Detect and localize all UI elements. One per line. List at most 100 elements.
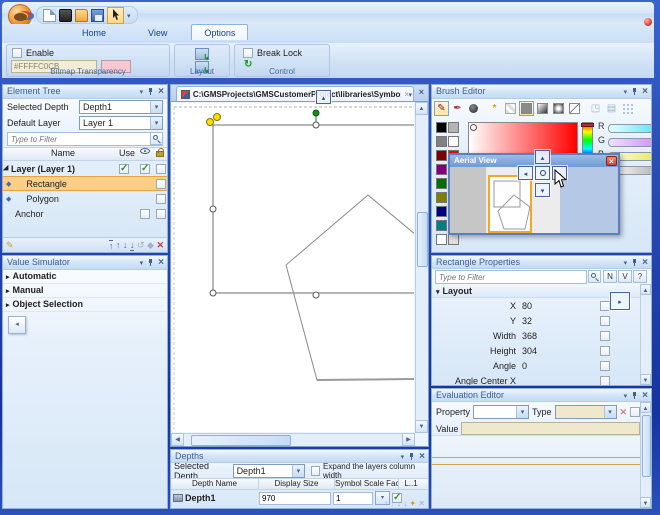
add-depth-icon[interactable]: ✦ [409, 499, 416, 508]
layer-visible-checkbox[interactable] [140, 164, 150, 174]
property-row-y[interactable]: Y32 [432, 313, 641, 328]
palette-swatch[interactable] [448, 234, 459, 245]
object-selection-tool-button[interactable]: ◂ [8, 316, 26, 334]
remove-evaluation-icon[interactable]: ✕ [620, 407, 628, 418]
pin-icon[interactable] [631, 391, 638, 400]
rotate-icon[interactable]: ↺ [137, 240, 145, 251]
move-up-icon[interactable]: ↑ [391, 499, 395, 508]
chevron-down-icon[interactable] [150, 101, 162, 113]
enable-checkbox[interactable] [12, 48, 22, 58]
apply-icon[interactable]: ◳ [588, 101, 603, 116]
symbol-scale-field[interactable] [333, 492, 373, 505]
anchor-handle[interactable] [214, 114, 221, 121]
resize-handle-bottom-left[interactable] [210, 290, 216, 296]
property-row-height[interactable]: Height304 [432, 343, 641, 358]
palette-swatch[interactable] [436, 234, 447, 245]
scroll-thumb[interactable] [642, 415, 651, 477]
property-row-angle[interactable]: Angle0 [432, 358, 641, 373]
scroll-up-icon[interactable]: ▲ [415, 102, 428, 115]
value-field[interactable] [461, 422, 640, 435]
palette-swatch[interactable] [436, 192, 447, 203]
horizontal-scroll-thumb[interactable] [191, 435, 291, 446]
vertical-scroll-thumb[interactable] [417, 212, 428, 267]
close-icon[interactable]: × [606, 156, 617, 166]
move-to-top-icon[interactable]: ↑ [109, 240, 114, 251]
move-to-bottom-icon[interactable]: ↓ [130, 240, 135, 251]
move-to-bottom-icon[interactable]: ↓ [403, 499, 407, 508]
resize-handle-top[interactable] [313, 122, 319, 128]
chevron-down-icon[interactable] [516, 406, 528, 418]
anchor-handle[interactable] [207, 119, 214, 126]
scroll-down-icon[interactable]: ▼ [640, 374, 651, 385]
palette-swatch[interactable] [436, 136, 447, 147]
layer1-column-header[interactable]: L..1 [399, 479, 423, 489]
pin-icon[interactable] [631, 87, 638, 96]
color-picker-icon[interactable]: * [487, 101, 502, 116]
search-button[interactable] [150, 132, 163, 145]
dock-guide-right[interactable] [610, 292, 630, 310]
pin-icon[interactable] [147, 87, 154, 96]
pin-icon[interactable] [408, 452, 415, 461]
chevron-down-icon[interactable] [150, 117, 162, 129]
tree-filter-input[interactable] [7, 132, 163, 146]
scroll-up-icon[interactable]: ▲ [640, 284, 651, 295]
type-combo[interactable] [555, 405, 617, 419]
use-column-header[interactable]: Use [119, 148, 135, 158]
break-lock-checkbox[interactable] [243, 48, 253, 58]
scroll-down-icon[interactable]: ▼ [640, 497, 651, 508]
edit-icon[interactable]: ✎ [6, 240, 14, 251]
panel-menu-icon[interactable] [140, 86, 144, 96]
solid-brush-icon[interactable]: ✎ [434, 101, 449, 116]
section-manual[interactable]: Manual [3, 284, 167, 298]
lock-column-icon[interactable] [156, 151, 164, 157]
open-folder-icon[interactable] [75, 9, 88, 22]
move-down-icon[interactable]: ↓ [397, 499, 401, 508]
visibility-column-icon[interactable] [140, 148, 150, 154]
stamp-icon[interactable]: ▤ [604, 101, 619, 116]
rectangle-lock-checkbox[interactable] [156, 179, 166, 189]
canvas-horizontal-scrollbar[interactable]: ◀ ▶ [171, 433, 415, 446]
property-combo[interactable] [473, 405, 529, 419]
close-icon[interactable] [419, 451, 425, 461]
palette-swatch[interactable] [436, 122, 447, 133]
chevron-down-icon[interactable] [604, 406, 616, 418]
hue-marker[interactable] [581, 123, 594, 127]
resize-handle-bottom[interactable] [313, 292, 319, 298]
property-row-width[interactable]: Width368 [432, 328, 641, 343]
evaluation-checkbox[interactable] [630, 407, 640, 417]
layer-lock-checkbox[interactable] [156, 164, 166, 174]
anchor-visible-checkbox[interactable] [140, 209, 150, 219]
tree-row-layer[interactable]: Layer (Layer 1) [3, 161, 167, 176]
transparent-fill-icon[interactable] [503, 101, 518, 116]
anchor-lock-checkbox[interactable] [156, 209, 166, 219]
display-size-column-header[interactable]: Display Size [259, 479, 335, 489]
save-icon[interactable] [91, 9, 104, 22]
panel-menu-icon[interactable] [624, 257, 628, 267]
tab-view[interactable]: View [136, 25, 179, 40]
name-column-header[interactable]: Name [51, 148, 75, 158]
tree-row-rectangle[interactable]: ◆ Rectangle [3, 176, 167, 191]
move-down-icon[interactable]: ↓ [123, 240, 128, 250]
section-object-selection[interactable]: Object Selection [3, 298, 167, 312]
angle-eval-checkbox[interactable] [600, 361, 610, 371]
layer-use-checkbox[interactable] [119, 164, 129, 174]
depths-selected-depth-combo[interactable]: Depth1 [233, 464, 305, 478]
scroll-up-icon[interactable]: ▲ [640, 402, 651, 413]
property-row-angle-center-x[interactable]: Angle Center X [432, 373, 641, 385]
expand-layers-checkbox[interactable] [311, 466, 320, 476]
rotation-handle[interactable] [313, 110, 319, 116]
qat-customize-dropdown-icon[interactable] [127, 10, 131, 20]
palette-swatch[interactable] [448, 122, 459, 133]
solid-fill-icon[interactable] [519, 101, 534, 116]
selected-depth-combo[interactable]: Depth1 [79, 100, 163, 114]
height-eval-checkbox[interactable] [600, 346, 610, 356]
dock-guide-cluster-up[interactable] [535, 150, 550, 164]
tab-options[interactable]: Options [191, 24, 248, 40]
display-size-field[interactable] [259, 492, 331, 505]
value-filter-button[interactable]: V [618, 270, 632, 283]
palette-swatch[interactable] [436, 150, 447, 161]
aerial-view-window[interactable]: Aerial View × [448, 153, 620, 235]
linear-gradient-fill-icon[interactable] [535, 101, 550, 116]
name-filter-button[interactable]: N [603, 270, 617, 283]
move-to-top-icon[interactable]: ↑ [384, 499, 388, 508]
